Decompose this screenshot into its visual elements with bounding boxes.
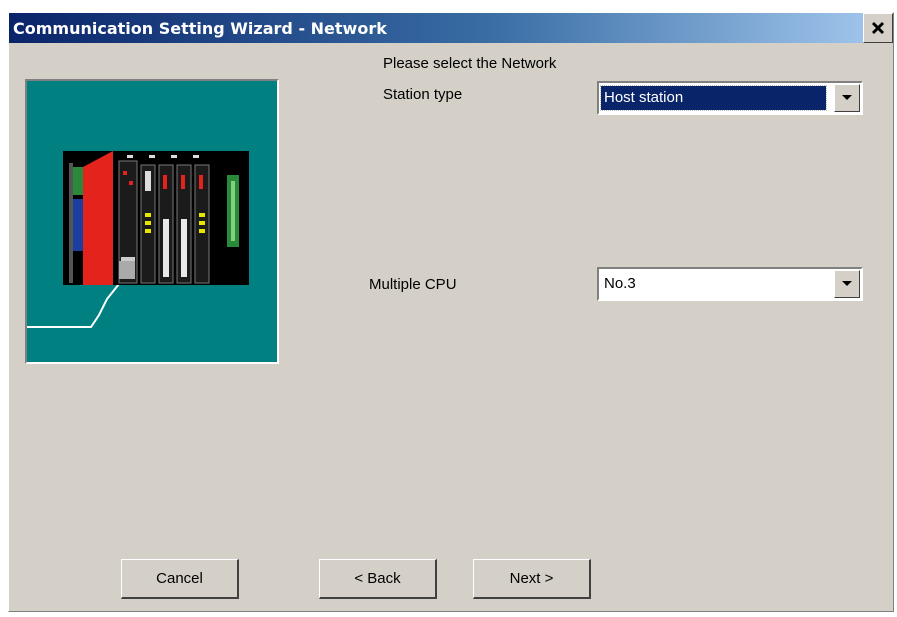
- station-type-value: Host station: [600, 85, 827, 111]
- title-bar[interactable]: Communication Setting Wizard - Network: [9, 13, 893, 43]
- chevron-down-icon: [842, 281, 852, 286]
- chevron-down-icon: [842, 95, 852, 100]
- multiple-cpu-dropdown-button[interactable]: [834, 270, 860, 298]
- instruction-text: Please select the Network: [383, 55, 557, 72]
- multiple-cpu-label: Multiple CPU: [369, 276, 457, 293]
- multiple-cpu-value: No.3: [604, 275, 636, 292]
- window-title: Communication Setting Wizard - Network: [13, 19, 387, 38]
- plc-illustration-frame: [25, 79, 279, 364]
- station-type-label: Station type: [383, 86, 463, 103]
- plc-rack-illustration: [27, 151, 249, 328]
- multiple-cpu-select[interactable]: No.3: [597, 267, 863, 301]
- wizard-dialog: Communication Setting Wizard - Network P…: [8, 12, 894, 612]
- next-button[interactable]: Next >: [473, 559, 591, 599]
- plc-illustration: [27, 81, 277, 362]
- cancel-button[interactable]: Cancel: [121, 559, 239, 599]
- close-button[interactable]: [863, 13, 893, 43]
- station-type-dropdown-button[interactable]: [834, 84, 860, 112]
- station-type-select[interactable]: Host station: [597, 81, 863, 115]
- close-icon: [871, 21, 885, 35]
- back-button[interactable]: < Back: [319, 559, 437, 599]
